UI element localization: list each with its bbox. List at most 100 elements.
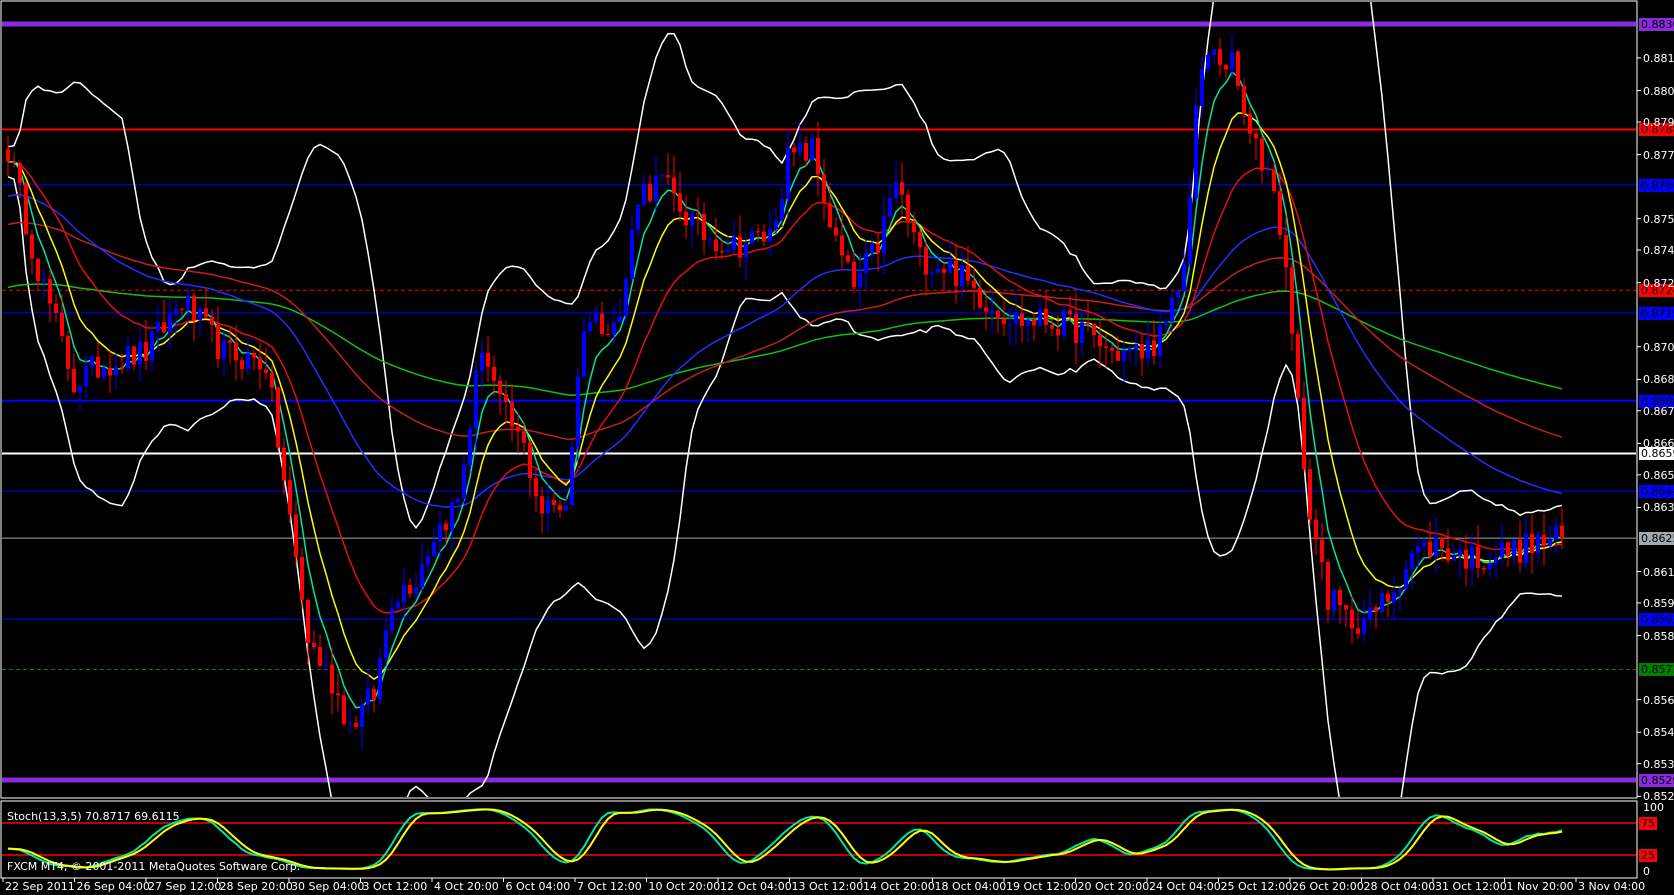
candle bbox=[1242, 86, 1246, 114]
candle bbox=[174, 308, 178, 314]
candle bbox=[1206, 55, 1210, 69]
candle bbox=[126, 346, 130, 369]
candle bbox=[342, 695, 346, 724]
candle bbox=[1002, 318, 1006, 325]
candle bbox=[30, 234, 34, 259]
y-tick-label: 0.88035 bbox=[1643, 84, 1674, 98]
candle bbox=[606, 334, 610, 336]
candle bbox=[1422, 541, 1426, 547]
stoch-level-tag: 75 bbox=[1639, 817, 1657, 830]
candle bbox=[1236, 51, 1240, 87]
candle bbox=[600, 313, 604, 335]
candle bbox=[288, 480, 292, 515]
price-line-tag: 0.88300 bbox=[1639, 18, 1674, 31]
candle bbox=[468, 428, 472, 465]
x-tick-label: 31 Oct 12:00 bbox=[1435, 880, 1507, 893]
candle bbox=[1554, 525, 1558, 540]
y-tick-label: 0.88165 bbox=[1643, 51, 1674, 65]
candle bbox=[1476, 546, 1480, 568]
candle bbox=[252, 352, 256, 358]
candle bbox=[660, 175, 664, 177]
candle bbox=[420, 564, 424, 588]
candle bbox=[1488, 563, 1492, 570]
candle bbox=[1308, 469, 1312, 520]
candles bbox=[6, 33, 1564, 750]
candle bbox=[1200, 68, 1204, 106]
x-tick-label: 28 Sep 20:00 bbox=[219, 880, 293, 893]
candle bbox=[264, 369, 268, 373]
candle bbox=[1182, 263, 1186, 292]
candle bbox=[636, 204, 640, 230]
candle bbox=[60, 312, 64, 337]
candle bbox=[1260, 138, 1264, 171]
x-tick-label: 30 Sep 04:00 bbox=[291, 880, 365, 893]
candle bbox=[1134, 343, 1138, 349]
candle bbox=[804, 142, 808, 161]
candle bbox=[558, 504, 562, 511]
candle bbox=[1068, 310, 1072, 315]
candle bbox=[294, 514, 298, 558]
candle bbox=[840, 235, 844, 256]
price-chart[interactable] bbox=[0, 0, 1674, 895]
candle bbox=[180, 308, 184, 310]
candle bbox=[1536, 534, 1540, 554]
x-tick-label: 10 Oct 20:00 bbox=[648, 880, 721, 893]
candle bbox=[1254, 133, 1258, 139]
candle bbox=[360, 704, 364, 728]
candle bbox=[1158, 325, 1162, 357]
candle bbox=[426, 556, 430, 565]
candle bbox=[168, 313, 172, 333]
candle bbox=[1086, 322, 1090, 324]
candle bbox=[990, 310, 994, 312]
candle bbox=[1188, 197, 1192, 264]
candle bbox=[186, 295, 190, 310]
x-tick-label: 28 Oct 04:00 bbox=[1363, 880, 1436, 893]
candle bbox=[1506, 542, 1510, 557]
candle bbox=[1290, 267, 1294, 334]
x-tick-label: 1 Nov 20:00 bbox=[1506, 880, 1574, 893]
candle bbox=[1098, 335, 1102, 347]
candle bbox=[888, 197, 892, 217]
candle bbox=[930, 272, 934, 275]
candle bbox=[1446, 548, 1450, 561]
candle bbox=[786, 147, 790, 200]
y-tick-label: 0.87525 bbox=[1643, 212, 1674, 226]
y-tick-label: 0.87910 bbox=[1643, 115, 1674, 129]
candle bbox=[1392, 592, 1396, 603]
candle bbox=[540, 496, 544, 514]
candle bbox=[594, 313, 598, 322]
candle bbox=[384, 630, 388, 659]
y-tick-label: 0.85610 bbox=[1643, 693, 1674, 707]
candle bbox=[1440, 537, 1444, 549]
candle bbox=[72, 368, 76, 393]
candle bbox=[996, 310, 1000, 319]
price-line-tag: 0.85930 bbox=[1639, 613, 1674, 627]
x-tick-label: 7 Oct 12:00 bbox=[577, 880, 642, 893]
candle bbox=[48, 278, 52, 304]
candle bbox=[1230, 51, 1234, 70]
candle bbox=[258, 357, 262, 370]
candle bbox=[834, 227, 838, 236]
candle bbox=[192, 295, 196, 321]
candle bbox=[870, 243, 874, 254]
candle bbox=[846, 255, 850, 262]
candle bbox=[282, 447, 286, 481]
candle bbox=[222, 340, 226, 360]
candle bbox=[318, 647, 322, 666]
candle bbox=[450, 502, 454, 531]
horizontal-lines bbox=[2, 21, 1636, 783]
candle bbox=[768, 228, 772, 242]
candle bbox=[54, 303, 58, 313]
candle bbox=[1416, 546, 1420, 553]
candle bbox=[774, 220, 778, 229]
price-line-tag: 0.85730 bbox=[1639, 663, 1674, 677]
candle bbox=[1338, 590, 1342, 606]
candle bbox=[216, 324, 220, 360]
candle bbox=[882, 216, 886, 254]
moving-average-line bbox=[7, 283, 1563, 396]
candle bbox=[954, 260, 958, 286]
price-line-tag: 0.85290 bbox=[1639, 773, 1674, 787]
candle bbox=[480, 352, 484, 371]
candle bbox=[582, 331, 586, 377]
candle bbox=[1008, 323, 1012, 325]
